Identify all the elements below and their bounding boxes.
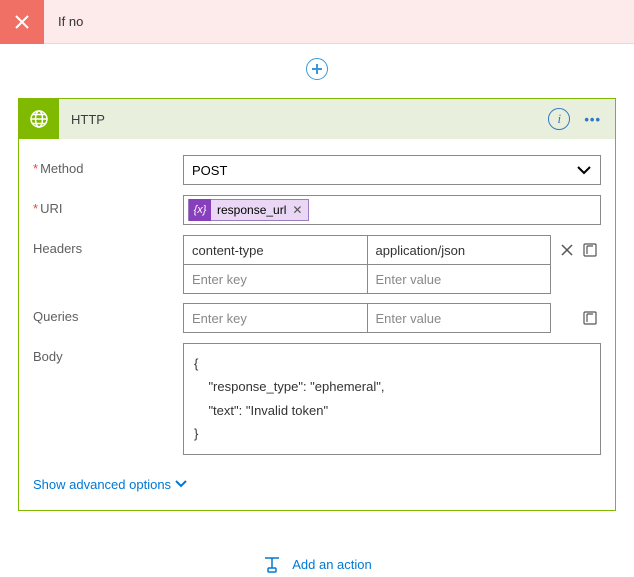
token-remove-icon[interactable]: ✕ [292,203,302,217]
query-pair-empty [183,303,551,333]
headers-label: Headers [33,241,82,256]
add-action-label: Add an action [292,557,372,572]
branch-header: If no [0,0,634,44]
body-row: Body { "response_type": "ephemeral", "te… [33,343,601,455]
token-text: response_url [217,203,286,217]
queries-table [183,303,551,332]
close-icon[interactable] [0,0,44,44]
card-body: *Method POST *URI {x} response_url ✕ [19,139,615,510]
card-title: HTTP [59,112,548,127]
queries-row: Queries [33,303,601,333]
http-card: HTTP i ••• *Method POST *URI {x} respons… [18,98,616,511]
method-label: Method [40,161,83,176]
method-value: POST [192,163,227,178]
add-action-button[interactable]: Add an action [0,555,634,575]
chevron-down-icon [576,163,592,178]
queries-label: Queries [33,309,79,324]
header-value-input[interactable] [376,272,543,287]
header-pair [183,235,551,265]
headers-table [183,235,551,293]
query-key-input[interactable] [192,311,359,326]
uri-label: URI [40,201,62,216]
advanced-label: Show advanced options [33,477,171,492]
info-icon[interactable]: i [548,108,570,130]
insert-step-row [0,44,634,98]
header-pair-empty [183,264,551,294]
globe-icon [19,99,59,139]
header-key-input[interactable] [192,272,359,287]
text-mode-icon[interactable] [581,303,601,333]
query-value-input[interactable] [376,311,543,326]
uri-input[interactable]: {x} response_url ✕ [183,195,601,225]
method-select[interactable]: POST [183,155,601,185]
insert-step-button[interactable] [306,58,328,80]
branch-label: If no [44,14,83,29]
headers-row: Headers [33,235,601,293]
dynamic-token[interactable]: {x} response_url ✕ [188,199,309,221]
header-value-input[interactable] [376,243,543,258]
card-header[interactable]: HTTP i ••• [19,99,615,139]
method-row: *Method POST [33,155,601,185]
more-icon[interactable]: ••• [580,112,615,127]
advanced-options-toggle[interactable]: Show advanced options [33,477,187,492]
delete-row-icon[interactable] [557,235,577,265]
header-key-input[interactable] [192,243,359,258]
uri-row: *URI {x} response_url ✕ [33,195,601,225]
text-mode-icon[interactable] [581,235,601,265]
body-label: Body [33,349,63,364]
expression-icon: {x} [189,199,211,221]
body-input[interactable]: { "response_type": "ephemeral", "text": … [183,343,601,455]
